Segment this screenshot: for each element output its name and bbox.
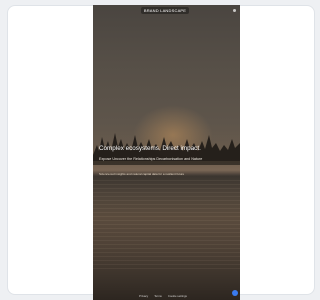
hero-headline: Complex ecosystems. Direct impact. [99,145,201,152]
hero-note: Science-led insights and natural capital… [99,172,185,176]
menu-dot-icon[interactable] [233,9,236,12]
water-reflection [93,180,240,270]
footer-link-privacy[interactable]: Privacy [139,294,148,298]
status-text: BRAND LANDSCAPE [140,6,190,14]
footer-link-terms[interactable]: Terms [154,294,162,298]
chat-bubble-icon[interactable] [232,290,238,296]
mobile-screenshot: BRAND LANDSCAPE Complex ecosystems. Dire… [93,5,240,300]
footer-links: Privacy Terms Cookie settings [123,293,203,299]
hero-subline: Expose Uncover the Relationships Decarbo… [99,157,203,161]
status-bar: BRAND LANDSCAPE [140,5,190,15]
footer-link-cookies[interactable]: Cookie settings [168,294,187,298]
